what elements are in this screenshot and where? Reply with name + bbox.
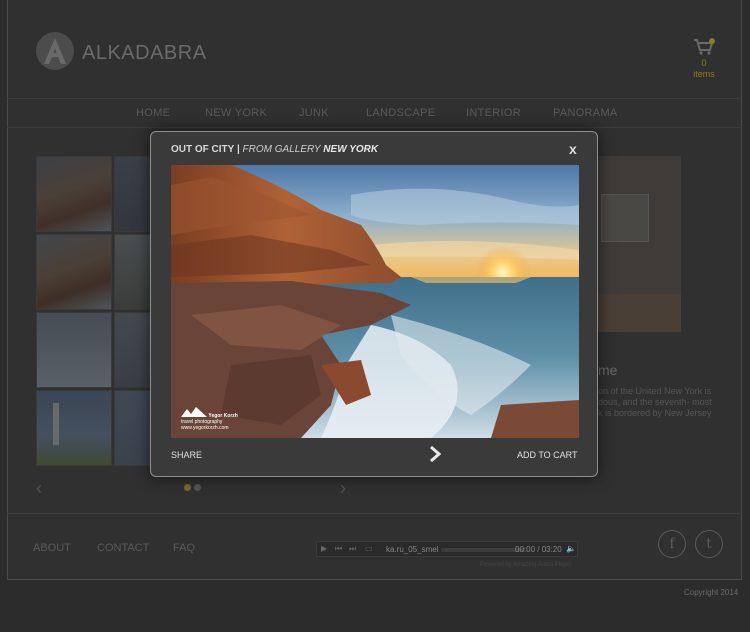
share-button[interactable]: SHARE <box>171 450 202 460</box>
footer-divider <box>7 513 742 514</box>
interior-image[interactable] <box>597 156 681 332</box>
gallery-prev-icon[interactable]: ‹ <box>36 478 42 499</box>
audio-player: ▶ ⏮ ⏭ ▭ ka.ru_05_smel 00:00 / 03:20 🔈 <box>316 541 578 557</box>
gallery-thumb[interactable] <box>36 156 112 232</box>
facebook-icon[interactable]: f <box>658 530 686 558</box>
track-name: ka.ru_05_smel <box>386 545 439 554</box>
aside-text: on of the United New York is dous, and t… <box>598 386 712 418</box>
next-track-icon[interactable]: ⏭ <box>349 544 356 554</box>
cart-label: items <box>693 69 715 79</box>
gallery-next-icon[interactable]: › <box>340 478 346 499</box>
cart[interactable]: 0 items <box>690 38 718 80</box>
pager-dot[interactable] <box>194 484 201 491</box>
progress-bar[interactable] <box>441 548 525 552</box>
gallery-prefix: FROM GALLERY <box>242 144 321 155</box>
seascape-image <box>171 165 579 438</box>
footer-contact-link[interactable]: CONTACT <box>97 542 149 554</box>
play-icon[interactable]: ▶ <box>321 544 327 553</box>
nav-home[interactable]: HOME <box>136 107 170 119</box>
gallery-thumb[interactable] <box>36 390 112 466</box>
volume-icon[interactable]: 🔈 <box>566 544 576 553</box>
watermark-url: www.yegorkorzh.com <box>181 425 229 431</box>
nav-junk[interactable]: JUNK <box>299 107 329 119</box>
brand-name[interactable]: ALKADABRA <box>82 42 207 65</box>
nav-panorama[interactable]: PANORAMA <box>553 107 618 119</box>
title-separator: | <box>236 144 240 155</box>
lighthouse-shape <box>53 403 59 445</box>
nav-landscape[interactable]: LANDSCAPE <box>366 107 435 119</box>
track-time: 00:00 / 03:20 <box>515 545 562 554</box>
lightbox-modal: OUT OF CITY | FROM GALLERY NEW YORK x Ye… <box>150 131 598 477</box>
photo-watermark: Yegor Korzh travel photography www.yegor… <box>181 407 238 431</box>
nav-new-york[interactable]: NEW YORK <box>205 107 267 119</box>
chevron-right-icon[interactable] <box>429 445 442 467</box>
modal-title: OUT OF CITY | FROM GALLERY NEW YORK <box>171 144 378 155</box>
aside-heading: me <box>598 362 618 378</box>
cart-icon <box>694 38 715 55</box>
player-credit: Powered by Amazing Audio Player <box>480 562 572 568</box>
pager-dot-active[interactable] <box>184 484 191 491</box>
tree-picture-shape <box>601 194 649 242</box>
gallery-thumb[interactable] <box>36 234 112 310</box>
previous-icon[interactable]: ⏮ <box>335 544 342 554</box>
bed-shape <box>597 294 681 332</box>
mountain-logo-icon <box>181 407 207 417</box>
playlist-icon[interactable]: ▭ <box>365 544 373 553</box>
footer-faq-link[interactable]: FAQ <box>173 542 195 554</box>
photo-title: OUT OF CITY <box>171 144 235 155</box>
lightbox-photo[interactable]: Yegor Korzh travel photography www.yegor… <box>171 165 579 438</box>
add-to-cart-button[interactable]: ADD TO CART <box>517 450 578 460</box>
twitter-icon[interactable]: t <box>695 530 723 558</box>
gallery-thumb[interactable] <box>36 312 112 388</box>
logo-a-icon <box>44 38 66 64</box>
cart-count: 0 <box>701 58 707 68</box>
logo[interactable] <box>36 32 74 70</box>
copyright: Copyright 2014 <box>684 588 739 597</box>
nav-interior[interactable]: INTERIOR <box>466 107 521 119</box>
footer-about-link[interactable]: ABOUT <box>33 542 71 554</box>
close-button[interactable]: x <box>569 141 577 157</box>
gallery-name[interactable]: NEW YORK <box>323 144 378 155</box>
